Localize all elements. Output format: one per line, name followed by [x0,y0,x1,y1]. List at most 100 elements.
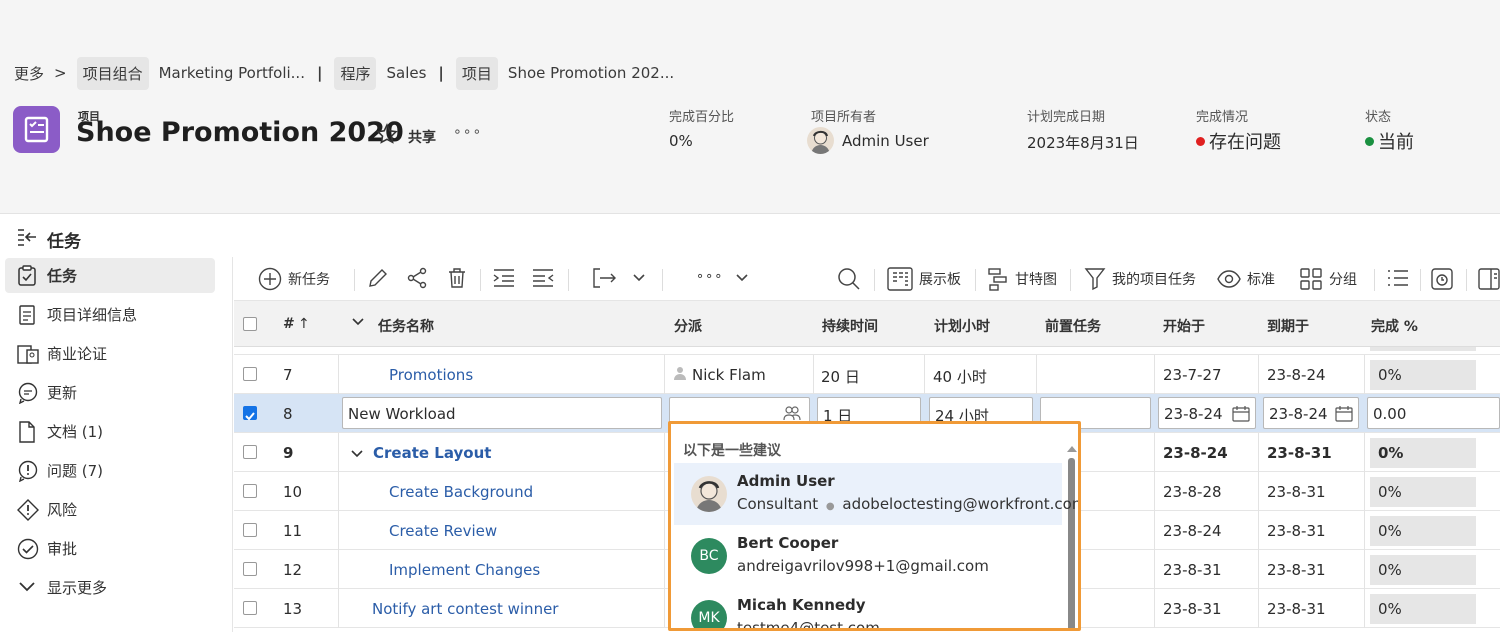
col-start[interactable]: 开始于 [1163,316,1205,336]
new-task-button[interactable]: 新任务 [258,267,330,291]
row-checkbox[interactable] [243,601,257,615]
nav-item-issues[interactable]: 问题 (7) [5,453,215,488]
due-date-input[interactable]: 23-8-24 [1263,397,1359,429]
list-icon[interactable] [1386,267,1416,289]
col-assign[interactable]: 分派 [674,316,702,336]
more-icon[interactable]: ∘∘∘ [696,269,723,284]
filter-button[interactable]: 我的项目任务 [1084,267,1196,291]
suggestion-item[interactable]: Admin User Consultant ● adobeloctesting@… [674,463,1078,525]
planned-hours[interactable]: 40 小时 [933,366,987,387]
row-checkbox[interactable] [243,484,257,498]
row-checkbox[interactable] [243,562,257,576]
project-title: Shoe Promotion 2020 [76,117,404,148]
row-checkbox-checked[interactable] [243,406,257,421]
breadcrumb-program-link[interactable]: Sales [386,64,426,82]
panel-toggle-icon[interactable] [1477,267,1500,291]
gantt-button[interactable]: 甘特图 [987,267,1057,291]
star-icon[interactable] [376,123,398,149]
task-name-link[interactable]: Create Background [389,483,533,501]
task-name-input[interactable]: New Workload [342,397,662,429]
nav-item-tasks[interactable]: 任务 [5,258,215,293]
col-task-name[interactable]: 任务名称 [378,316,434,336]
group-button[interactable]: 分组 [1299,267,1357,291]
more-options-icon[interactable]: ∘∘∘ [453,124,482,140]
task-number: 8 [283,405,293,423]
suggestion-item[interactable]: MK Micah Kennedy testme4@test.com [674,587,1062,628]
nav-item-updates[interactable]: 更新 [5,375,215,410]
collapse-icon[interactable] [350,446,364,464]
chevron-down-icon[interactable] [632,273,652,283]
task-name-link[interactable]: Create Review [389,522,497,540]
nav-item-approvals[interactable]: 审批 [5,531,215,566]
indent-icon[interactable] [492,267,522,289]
share-button[interactable]: 共享 [408,127,436,147]
chevron-down-icon[interactable] [735,273,755,283]
approval-icon [17,538,39,564]
fact-value-status[interactable]: 当前 [1365,128,1414,154]
select-all-checkbox[interactable] [243,317,257,331]
start-date-input[interactable]: 23-8-24 [1158,397,1256,429]
due-date[interactable]: 23-8-24 [1267,366,1326,384]
timeline-icon[interactable] [1430,267,1460,291]
percent-input[interactable]: 0.00 [1367,397,1500,429]
breadcrumb-project-label: 项目 [455,56,498,90]
nav-item-show-more[interactable]: 显示更多 [5,570,215,605]
start-date[interactable]: 23-8-28 [1163,483,1222,501]
nav-item-project-details[interactable]: 项目详细信息 [5,297,215,332]
view-button[interactable]: 标准 [1217,267,1275,291]
breadcrumb-project-link[interactable]: Shoe Promotion 202... [508,64,674,82]
nav-item-business-case[interactable]: 商业论证 [5,336,215,371]
outdent-icon[interactable] [531,267,561,289]
start-date[interactable]: 23-8-31 [1163,561,1222,579]
collapse-panel-icon[interactable] [16,227,38,251]
nav-item-risks[interactable]: 风险 [5,492,215,527]
expand-all-icon[interactable] [351,316,365,332]
nav-item-documents[interactable]: 文档 (1) [5,414,215,449]
task-name-link[interactable]: Notify art contest winner [372,600,558,618]
col-due[interactable]: 到期于 [1267,316,1309,336]
breadcrumb-portfolio-link[interactable]: Marketing Portfoli... [159,64,305,82]
due-date[interactable]: 23-8-31 [1267,444,1332,462]
start-date[interactable]: 23-7-27 [1163,366,1222,384]
due-date[interactable]: 23-8-31 [1267,522,1326,540]
scrollbar[interactable] [1068,458,1075,628]
fact-value-owner[interactable]: Admin User [807,127,929,154]
task-name-link[interactable]: Promotions [389,366,473,384]
toolbar-divider [874,269,875,291]
breadcrumb-more[interactable]: 更多 [14,63,44,84]
assignee[interactable]: Nick Flam [692,366,766,384]
task-name-link[interactable]: Create Layout [373,444,491,462]
table-row[interactable]: 7 Promotions Nick Flam 20 日 40 小时 23-7-2… [234,355,1500,394]
due-date[interactable]: 23-8-31 [1267,483,1326,501]
search-icon[interactable] [837,267,867,291]
delete-icon[interactable] [446,267,474,289]
app: 更多 > 项目组合 Marketing Portfoli... | 程序 Sal… [0,0,1500,632]
col-planned-hours[interactable]: 计划小时 [934,316,990,336]
edit-icon[interactable] [367,267,395,289]
row-checkbox[interactable] [243,367,257,381]
row-checkbox[interactable] [243,523,257,537]
suggestion-item[interactable]: BC Bert Cooper andreigavrilov998+1@gmail… [674,525,1062,587]
row-checkbox[interactable] [243,445,257,459]
task-number: 9 [283,444,294,462]
board-button[interactable]: 展示板 [887,267,961,291]
calendar-icon[interactable] [1232,405,1250,426]
toolbar-divider [1420,269,1421,291]
nav-label: 审批 [47,540,78,558]
start-date[interactable]: 23-8-24 [1163,522,1222,540]
share-icon[interactable] [406,267,434,289]
duration[interactable]: 20 日 [821,366,860,387]
col-percent-complete[interactable]: 完成 % [1371,316,1418,336]
due-date[interactable]: 23-8-31 [1267,561,1326,579]
due-date[interactable]: 23-8-31 [1267,600,1326,618]
task-name-link[interactable]: Implement Changes [389,561,540,579]
move-icon[interactable] [592,267,624,289]
col-number[interactable]: # [283,316,295,332]
col-duration[interactable]: 持续时间 [822,316,878,336]
col-predecessors[interactable]: 前置任务 [1045,316,1101,336]
calendar-icon[interactable] [1335,405,1353,426]
start-date[interactable]: 23-8-24 [1163,444,1228,462]
start-date[interactable]: 23-8-31 [1163,600,1222,618]
scroll-up-icon[interactable] [1066,439,1078,458]
sort-asc-icon[interactable]: ↑ [298,316,310,332]
